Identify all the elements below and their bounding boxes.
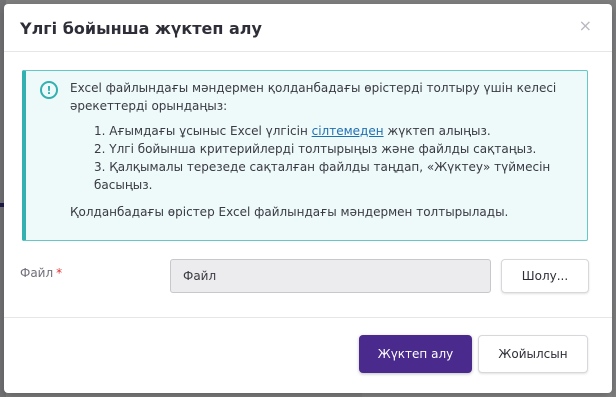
file-field-label: Файл * <box>20 266 62 280</box>
dialog-title: Үлгі бойынша жүктеп алу <box>20 19 262 38</box>
dialog-footer: Жүктеп алу Жойылсын <box>4 317 612 393</box>
file-input[interactable] <box>170 259 491 293</box>
close-icon[interactable]: × <box>579 16 592 36</box>
info-step-1-suffix: жүктеп алыңыз. <box>383 124 491 138</box>
template-download-link[interactable]: сілтемеден <box>312 124 384 138</box>
info-text: Excel файлындағы мәндермен қолданбадағы … <box>70 79 573 221</box>
info-callout: ! Excel файлындағы мәндермен қолданбадағ… <box>22 70 588 241</box>
info-step-1: 1. Ағымдағы ұсыныс Excel үлгісін сілтеме… <box>94 122 573 140</box>
dialog-header: Үлгі бойынша жүктеп алу × <box>4 4 612 52</box>
upload-template-dialog: Үлгі бойынша жүктеп алу × ! Excel файлын… <box>4 4 612 393</box>
file-label-text: Файл <box>20 266 54 280</box>
cancel-button[interactable]: Жойылсын <box>478 335 588 373</box>
info-steps-list: 1. Ағымдағы ұсыныс Excel үлгісін сілтеме… <box>70 122 573 194</box>
info-footer: Қолданбадағы өрістер Excel файлындағы мә… <box>70 205 509 219</box>
required-marker: * <box>56 266 63 280</box>
info-icon: ! <box>40 81 58 99</box>
info-step-3: 3. Қалқымалы терезеде сақталған файлды т… <box>94 160 551 192</box>
info-intro: Excel файлындағы мәндермен қолданбадағы … <box>70 81 557 113</box>
upload-button[interactable]: Жүктеп алу <box>359 335 472 373</box>
info-step-1-prefix: 1. Ағымдағы ұсыныс Excel үлгісін <box>94 124 312 138</box>
browse-button[interactable]: Шолу... <box>501 259 589 293</box>
info-step-2: 2. Үлгі бойынша критерийлерді толтырыңыз… <box>94 142 537 156</box>
